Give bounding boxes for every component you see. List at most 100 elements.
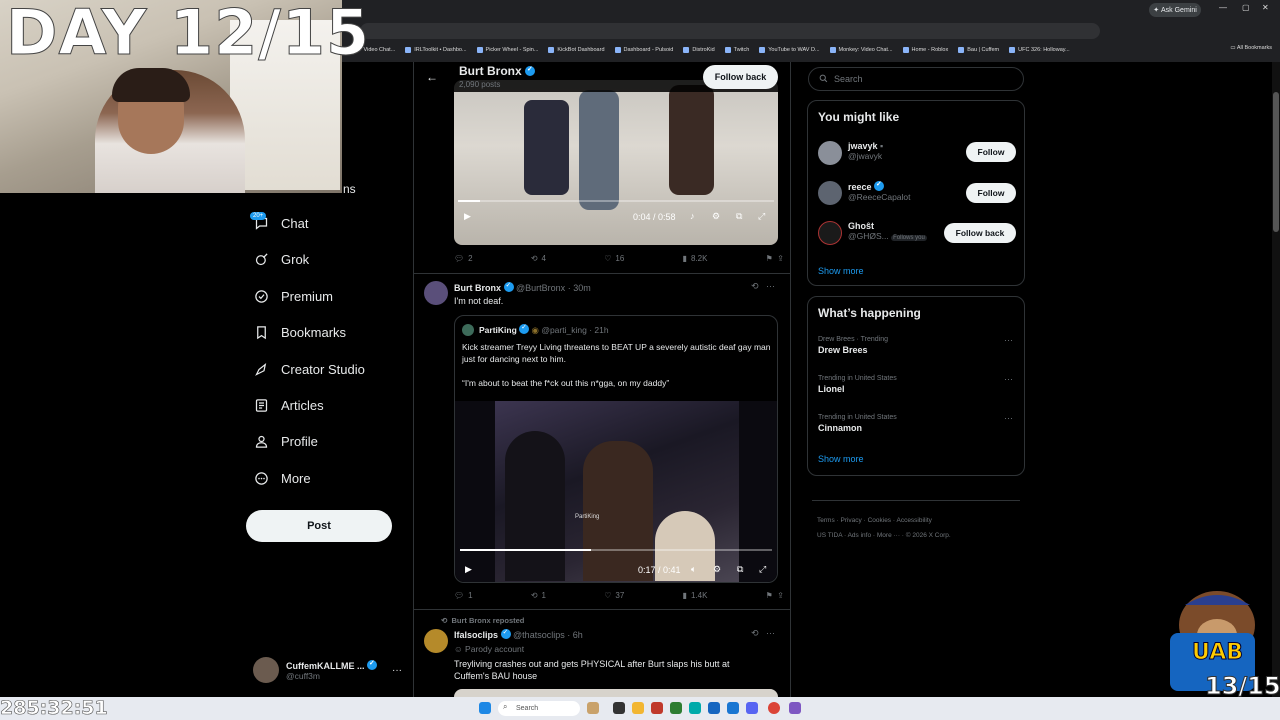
bookmark-item[interactable]: Bau | Cuffem	[958, 47, 999, 53]
scrollbar-thumb[interactable]	[1273, 92, 1279, 232]
bookmark-button[interactable]: ⚑ ⇪	[766, 254, 784, 263]
video-player[interactable]: PartiKing ▶ 0:17 / 0:41 🔈︎ ⚙ ⧉ ⤢	[455, 401, 777, 582]
tweet-media-preview[interactable]	[454, 689, 778, 697]
trend-item[interactable]: Trending in United States Lionel	[818, 375, 897, 394]
app-icon[interactable]	[613, 702, 625, 714]
follow-back-button[interactable]: Follow back	[703, 65, 778, 89]
play-icon[interactable]: ▶	[464, 211, 471, 222]
video-progress-track[interactable]	[460, 549, 772, 551]
avatar[interactable]	[424, 629, 448, 653]
more-dots-icon[interactable]: ···	[392, 665, 402, 676]
pip-icon[interactable]: ⧉	[736, 211, 742, 222]
views-button[interactable]: ▮ 8.2K	[683, 254, 708, 263]
mute-icon[interactable]: ♪	[690, 211, 695, 221]
more-dots-icon[interactable]: ···	[766, 628, 775, 638]
taskbar-search[interactable]: Search	[498, 701, 580, 716]
footer-link[interactable]: Terms	[817, 517, 835, 524]
reply-button[interactable]: 💬︎ 2	[454, 254, 473, 263]
search-input[interactable]: Search	[808, 67, 1024, 91]
more-dots-icon[interactable]: ···	[1004, 413, 1013, 423]
settings-icon[interactable]: ⚙	[713, 564, 721, 575]
sidebar-partial-item[interactable]: ns	[343, 182, 356, 196]
grok-explain-icon[interactable]: ⟲	[751, 281, 759, 292]
pip-icon[interactable]: ⧉	[737, 564, 743, 575]
bookmark-item[interactable]: Twitch	[724, 47, 749, 53]
trend-item[interactable]: Drew Brees · Trending Drew Brees	[818, 336, 888, 355]
chrome-icon[interactable]	[768, 702, 780, 714]
account-switcher[interactable]: CuffemKALLME ... @cuff3m ···	[253, 654, 403, 686]
app-icon[interactable]	[670, 702, 682, 714]
maximize-icon[interactable]: ▢	[1242, 3, 1250, 12]
tweet-author[interactable]: Ifalsoclips	[454, 630, 498, 640]
bookmark-item[interactable]: Dashboard - Pulsoid	[614, 47, 673, 53]
show-more-link[interactable]: Show more	[818, 454, 864, 464]
app-icon[interactable]	[746, 702, 758, 714]
sidebar-item-profile[interactable]: Profile	[254, 434, 318, 449]
timeline[interactable]: ← Burt Bronx 2,090 posts Follow back ▶ 0…	[413, 62, 791, 697]
bookmark-item[interactable]: Monkey: Video Chat...	[829, 47, 893, 53]
trend-item[interactable]: Trending in United States Cinnamon	[818, 414, 897, 433]
address-bar[interactable]	[360, 23, 1100, 39]
repost-button[interactable]: ⟲ 1	[531, 591, 546, 600]
tweet-handle[interactable]: @thatsoclips	[513, 630, 565, 640]
tweet-handle[interactable]: @BurtBronx	[516, 283, 565, 293]
footer-link[interactable]: © 2026 X Corp.	[906, 532, 951, 539]
suggested-user[interactable]: jwavyk ▪ @jwavyk	[848, 141, 883, 161]
views-button[interactable]: ▮ 1.4K	[683, 591, 708, 600]
bookmark-item[interactable]: KickBot Dashboard	[548, 47, 605, 53]
all-bookmarks[interactable]: ▭ All Bookmarks	[1230, 45, 1272, 51]
video-player[interactable]: ▶ 0:04 / 0:58 ♪ ⚙ ⧉ ⤢	[454, 80, 778, 245]
follow-back-button[interactable]: Follow back	[944, 223, 1016, 243]
play-icon[interactable]: ▶	[465, 564, 472, 575]
avatar[interactable]	[424, 281, 448, 305]
ask-gemini-button[interactable]: ✦ Ask Gemini	[1149, 3, 1201, 17]
sidebar-item-creator-studio[interactable]: Creator Studio	[254, 362, 365, 377]
bookmark-item[interactable]: IRLToolkit • Dashbo...	[405, 47, 467, 53]
app-icon[interactable]	[727, 702, 739, 714]
sidebar-item-grok[interactable]: Grok	[254, 252, 309, 267]
bookmark-item[interactable]: DistroKid	[683, 47, 715, 53]
footer-link[interactable]: Privacy	[840, 517, 861, 524]
tweet-time[interactable]: · 30m	[568, 283, 591, 293]
fullscreen-icon[interactable]: ⤢	[758, 211, 765, 222]
bookmark-item[interactable]: Picker Wheel - Spin...	[476, 47, 538, 53]
like-button[interactable]: ♡ 16	[604, 254, 624, 263]
video-progress-track[interactable]	[458, 200, 774, 202]
follow-button[interactable]: Follow	[966, 142, 1016, 162]
volume-icon[interactable]: 🔈︎	[691, 564, 696, 575]
start-icon[interactable]	[479, 702, 491, 714]
bookmark-button[interactable]: ⚑ ⇪	[766, 591, 784, 600]
sidebar-item-more[interactable]: More	[254, 471, 311, 486]
footer-link[interactable]: US TIDA	[817, 532, 842, 539]
bookmark-item[interactable]: YouTube to WAV D...	[759, 47, 820, 53]
quote-tweet[interactable]: PartiKing ◉ @parti_king · 21h Kick strea…	[454, 315, 778, 583]
footer-link[interactable]: Ads info	[848, 532, 872, 539]
like-button[interactable]: ♡ 37	[604, 591, 624, 600]
app-icon[interactable]	[632, 702, 644, 714]
footer-link[interactable]: Accessibility	[896, 517, 931, 524]
footer-link[interactable]: More ···	[877, 532, 900, 539]
app-icon[interactable]	[587, 702, 599, 714]
repost-button[interactable]: ⟲ 4	[531, 254, 546, 263]
follow-button[interactable]: Follow	[966, 183, 1016, 203]
app-icon[interactable]	[708, 702, 720, 714]
post-button[interactable]: Post	[246, 510, 392, 542]
show-more-link[interactable]: Show more	[818, 266, 864, 276]
more-dots-icon[interactable]: ···	[1004, 335, 1013, 345]
app-icon[interactable]	[651, 702, 663, 714]
grok-explain-icon[interactable]: ⟲	[751, 628, 759, 639]
footer-link[interactable]: Cookies	[868, 517, 891, 524]
sidebar-item-articles[interactable]: Articles	[254, 398, 324, 413]
minimize-icon[interactable]: —	[1219, 3, 1227, 12]
avatar[interactable]	[818, 181, 842, 205]
sidebar-item-bookmarks[interactable]: Bookmarks	[254, 325, 346, 340]
reply-button[interactable]: 💬︎ 1	[454, 591, 473, 600]
sidebar-item-premium[interactable]: Premium	[254, 289, 333, 304]
suggested-user[interactable]: reece @ReeceCapalot	[848, 180, 911, 202]
bookmark-item[interactable]: UFC 326: Holloway...	[1009, 47, 1070, 53]
app-icon[interactable]	[689, 702, 701, 714]
app-icon[interactable]	[789, 702, 801, 714]
close-icon[interactable]: ✕	[1262, 3, 1269, 12]
tweet-time[interactable]: · 6h	[567, 630, 583, 640]
avatar[interactable]	[818, 221, 842, 245]
